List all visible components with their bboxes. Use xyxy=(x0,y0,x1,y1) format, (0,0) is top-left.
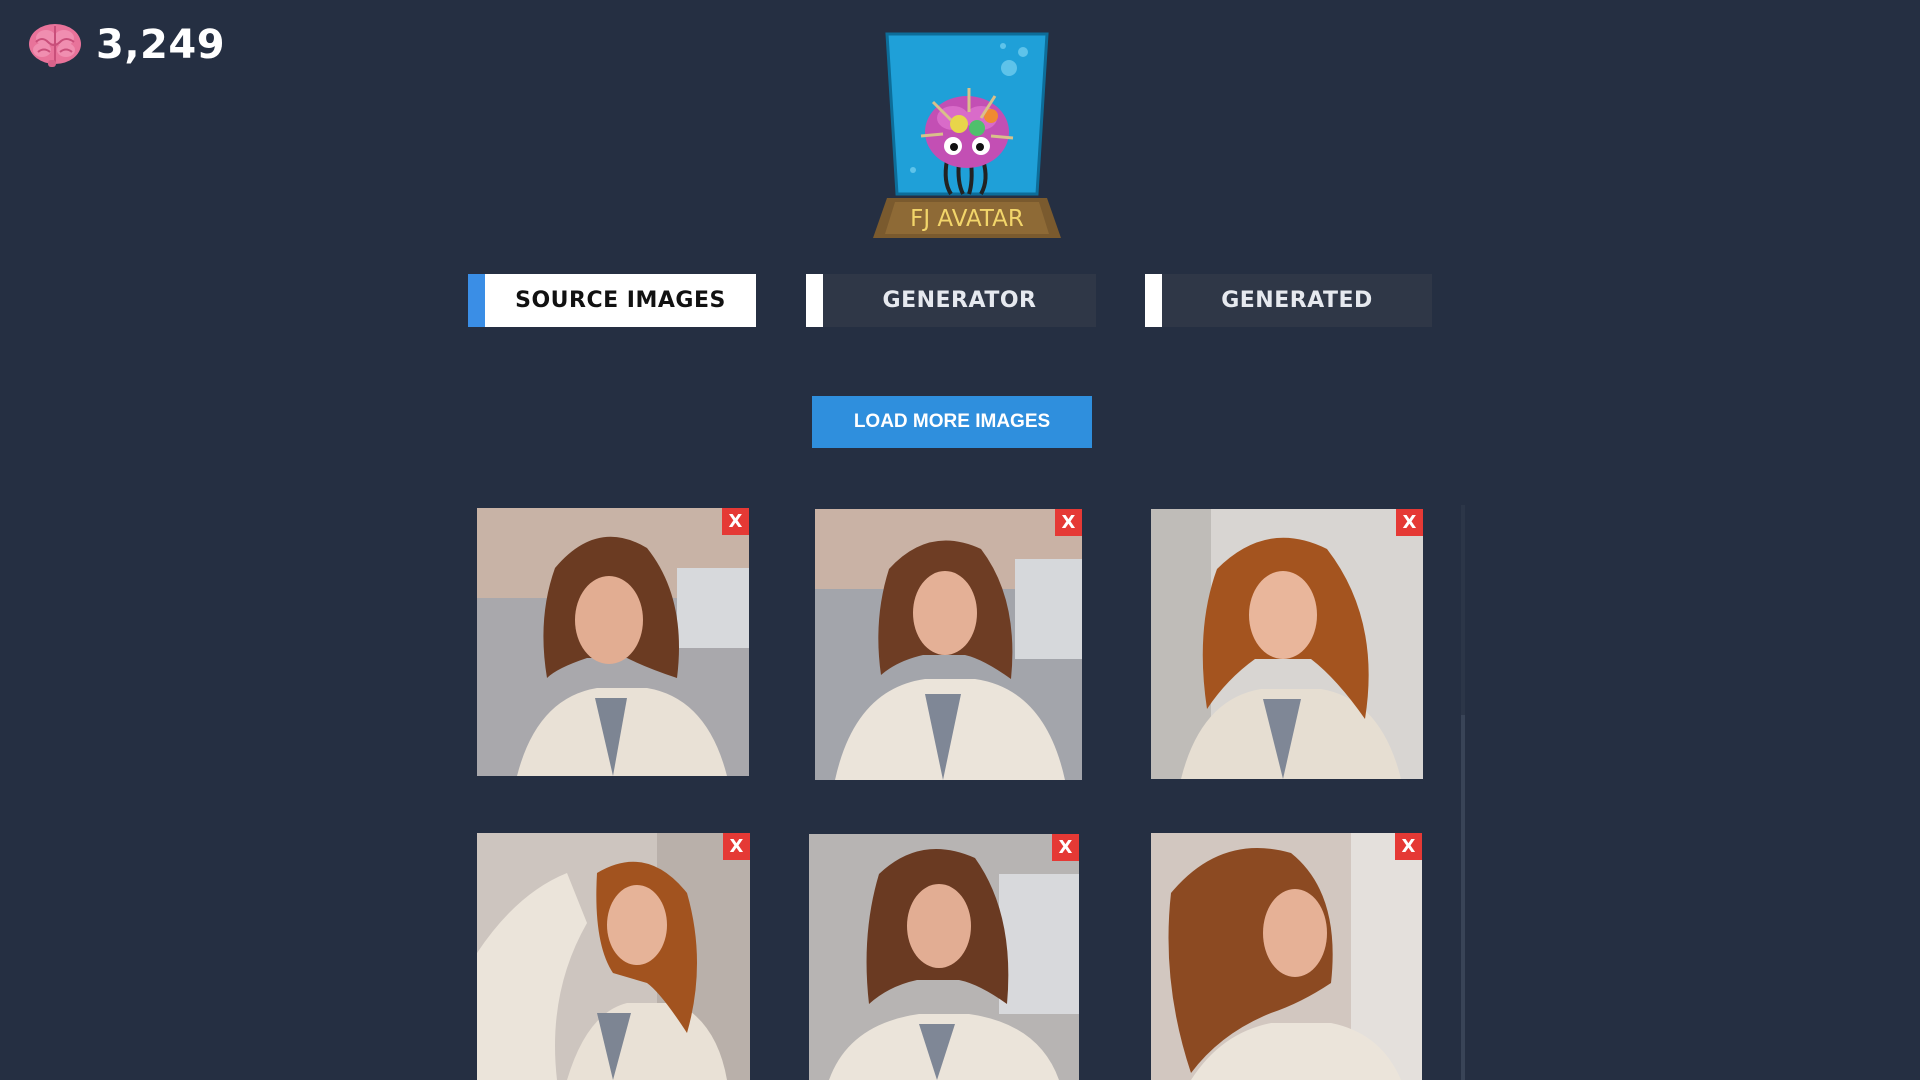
tab-label: GENERATOR xyxy=(882,288,1037,313)
scrollbar-thumb[interactable] xyxy=(1461,715,1465,1080)
portrait-photo xyxy=(815,509,1082,780)
remove-image-button[interactable]: X xyxy=(1055,509,1082,536)
tab-indicator xyxy=(806,274,823,327)
tab-label: SOURCE IMAGES xyxy=(515,288,726,313)
remove-image-button[interactable]: X xyxy=(1395,833,1422,860)
source-image-card[interactable]: X xyxy=(477,508,749,776)
portrait-photo xyxy=(477,833,750,1080)
tab-active-indicator xyxy=(468,274,485,327)
tab-generator[interactable]: GENERATOR xyxy=(806,274,1096,327)
source-image-card[interactable]: X xyxy=(815,509,1082,780)
brain-score: 3,249 xyxy=(28,20,225,70)
load-more-images-button[interactable]: LOAD MORE IMAGES xyxy=(812,396,1092,448)
portrait-photo xyxy=(1151,509,1423,779)
fj-avatar-logo[interactable]: FJ AVATAR xyxy=(873,32,1061,240)
portrait-photo xyxy=(809,834,1079,1080)
brain-icon xyxy=(29,24,81,67)
remove-image-button[interactable]: X xyxy=(1396,509,1423,536)
source-image-card[interactable]: X xyxy=(809,834,1079,1080)
remove-image-button[interactable]: X xyxy=(723,833,750,860)
source-image-card[interactable]: X xyxy=(1151,509,1423,779)
portrait-photo xyxy=(1151,833,1422,1080)
source-image-card[interactable]: X xyxy=(1151,833,1422,1080)
tab-source-images[interactable]: SOURCE IMAGES xyxy=(468,274,756,327)
app-root: 3,249 FJ AVATAR SOURCE IMAGES GENERATOR … xyxy=(0,0,1920,1080)
remove-image-button[interactable]: X xyxy=(722,508,749,535)
source-image-card[interactable]: X xyxy=(477,833,750,1080)
tab-indicator xyxy=(1145,274,1162,327)
logo-text: FJ AVATAR xyxy=(910,206,1024,232)
remove-image-button[interactable]: X xyxy=(1052,834,1079,861)
tab-label: GENERATED xyxy=(1221,288,1373,313)
tab-generated[interactable]: GENERATED xyxy=(1145,274,1432,327)
portrait-photo xyxy=(477,508,749,776)
score-value: 3,249 xyxy=(96,22,226,68)
